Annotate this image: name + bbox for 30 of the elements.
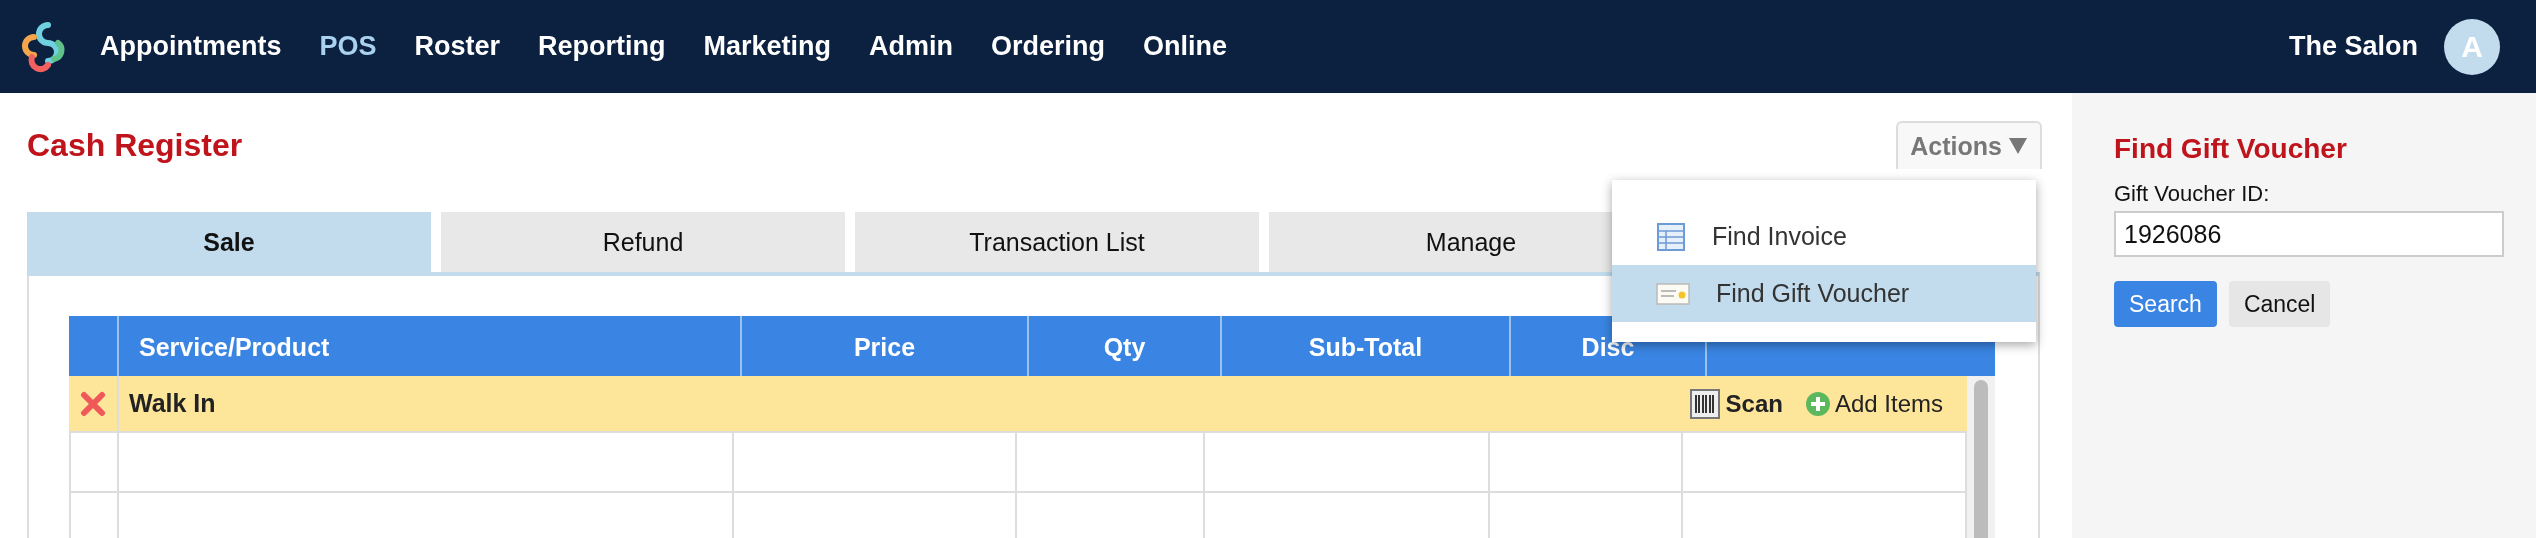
remove-icon[interactable]	[80, 390, 106, 417]
add-items-button[interactable]: Add Items	[1804, 389, 1943, 418]
nav-link[interactable]: Appointments	[100, 31, 282, 62]
barcode-icon	[1689, 388, 1720, 419]
search-button[interactable]: Search	[2114, 281, 2217, 327]
panel-title: Find Gift Voucher	[2114, 133, 2348, 165]
nav-link[interactable]: Reporting	[538, 31, 666, 62]
tab[interactable]: Sale	[27, 212, 431, 272]
page-title: Cash Register	[27, 127, 243, 164]
scrollbar-thumb[interactable]	[1974, 380, 1988, 538]
actions-dropdown[interactable]: Actions	[1896, 121, 2042, 169]
nav-link[interactable]: Admin	[869, 31, 954, 62]
menu-item[interactable]: Find Gift Voucher	[1612, 265, 2036, 322]
field-label: Gift Voucher ID:	[2114, 181, 2271, 207]
client-name: Walk In	[128, 389, 216, 418]
nav-link[interactable]: POS	[319, 31, 377, 62]
cancel-button[interactable]: Cancel	[2228, 281, 2331, 327]
table-icon	[1656, 221, 1686, 252]
scan-button[interactable]: Scan	[1689, 388, 1783, 419]
tab[interactable]: Refund	[441, 212, 845, 272]
nav-link[interactable]: Ordering	[991, 31, 1106, 62]
nav-link[interactable]: Online	[1143, 31, 1228, 62]
nav-link[interactable]: Marketing	[703, 31, 832, 62]
tab[interactable]: Transaction List	[855, 212, 1259, 272]
nav-link[interactable]: Roster	[414, 31, 501, 62]
plus-circle-icon	[1804, 390, 1831, 417]
voucher-id-field[interactable]: 1926086	[2114, 211, 2504, 257]
card-icon	[1656, 280, 1690, 307]
account-name[interactable]: The Salon	[2289, 31, 2418, 62]
caret-icon	[2008, 137, 2028, 155]
